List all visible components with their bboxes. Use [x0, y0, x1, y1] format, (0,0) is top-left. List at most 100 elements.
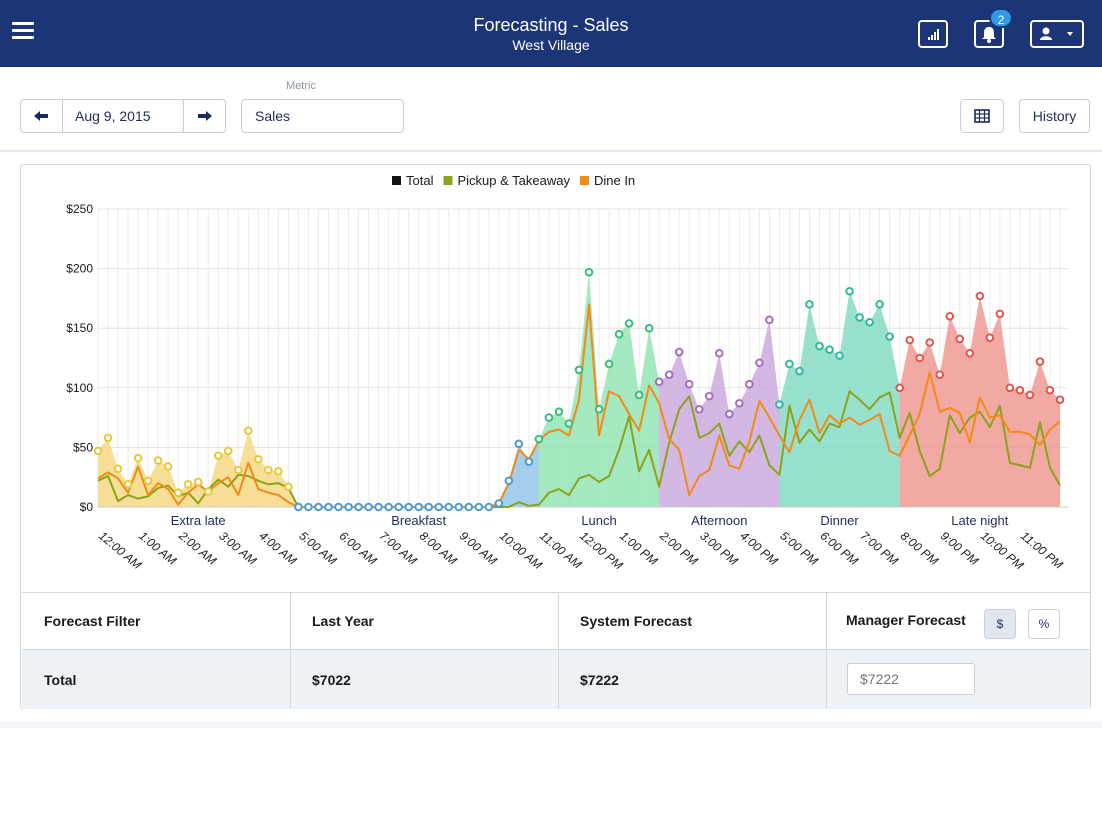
total-point [123, 480, 133, 489]
x-tick-label: 5:00 AM [296, 529, 339, 568]
total-point [845, 286, 854, 296]
x-tick-label: 4:00 PM [737, 529, 780, 568]
daypart-label: Afternoon [691, 513, 747, 528]
total-point [614, 329, 624, 339]
total-point [1055, 395, 1065, 405]
total-point [213, 451, 223, 461]
divider [0, 722, 1102, 728]
date-display[interactable]: Aug 9, 2015 [62, 100, 184, 132]
x-tick-label: 9:00 PM [938, 529, 981, 568]
total-point [664, 370, 674, 379]
total-point [815, 341, 824, 351]
total-point [975, 291, 985, 301]
x-tick-label: 5:00 PM [777, 529, 820, 568]
x-tick-label: 11:00 AM [537, 529, 584, 572]
total-point [795, 366, 804, 376]
total-point [244, 426, 253, 436]
divider [0, 150, 1102, 152]
y-tick-label: $50 [73, 440, 93, 454]
total-point [334, 502, 343, 512]
total-point [895, 383, 904, 393]
total-point [143, 476, 153, 486]
daypart-label: Breakfast [391, 513, 446, 528]
y-tick-label: $100 [66, 381, 93, 395]
total-point [374, 502, 383, 512]
legend-swatch [579, 176, 589, 185]
total-point [654, 377, 664, 387]
total-point [364, 502, 373, 512]
metric-select[interactable]: Sales [241, 99, 404, 133]
total-point [103, 433, 113, 443]
total-point [163, 462, 173, 471]
total-point [404, 502, 413, 512]
total-point [825, 345, 834, 354]
header-manager-forecast: Manager Forecast [846, 612, 966, 628]
total-point [735, 398, 744, 408]
divider [558, 593, 559, 709]
next-day-button[interactable] [185, 100, 225, 132]
sales-forecast-chart[interactable]: Total Pickup & Takeaway Dine In $0 $50 $100 $1… [21, 165, 1090, 591]
total-point [514, 439, 524, 449]
arrow-left-icon [34, 111, 48, 121]
y-tick-label: $0 [80, 500, 94, 514]
divider [290, 593, 291, 709]
legend-swatch [392, 176, 401, 185]
total-point [775, 400, 784, 409]
forecast-card: Total Pickup & Takeaway Dine In $0 $50 $100 $1… [20, 164, 1091, 709]
system-forecast-value: $7222 [580, 671, 619, 688]
total-point [384, 502, 393, 512]
x-tick-label: 8:00 AM [417, 529, 460, 568]
row-label: Total [44, 671, 77, 688]
signal-button[interactable] [918, 20, 948, 48]
manager-forecast-input[interactable] [847, 663, 975, 695]
daypart-label: Lunch [581, 513, 616, 528]
x-tick-label: 2:00 PM [656, 528, 700, 568]
user-icon [1040, 27, 1073, 40]
table-icon [974, 109, 990, 123]
total-point [694, 404, 704, 414]
x-tick-label: 12:00 AM [96, 529, 144, 572]
total-point [274, 466, 283, 476]
total-point [905, 335, 914, 345]
x-tick-label: 3:00 AM [216, 529, 259, 568]
total-point [995, 309, 1005, 319]
percent-toggle[interactable]: % [1028, 609, 1060, 639]
total-point [504, 476, 514, 486]
x-tick-label: 11:00 PM [1018, 529, 1066, 572]
dollar-toggle[interactable]: $ [984, 609, 1016, 639]
table-view-button[interactable] [960, 99, 1004, 133]
header-last-year: Last Year [312, 613, 375, 629]
user-menu-button[interactable] [1030, 20, 1084, 48]
total-point [644, 323, 654, 333]
total-point [604, 359, 614, 369]
total-point [284, 482, 293, 492]
total-point [344, 502, 353, 512]
total-point [594, 404, 604, 414]
total-point [935, 370, 945, 379]
total-point [173, 488, 183, 497]
total-point [304, 502, 313, 512]
total-point [915, 353, 925, 363]
prev-day-button[interactable] [21, 100, 61, 132]
total-point [1035, 357, 1045, 366]
caret-down-icon [1067, 32, 1073, 36]
total-point [725, 409, 734, 419]
history-button[interactable]: History [1019, 99, 1090, 133]
forecast-table-header: Forecast Filter Last Year System Forecas… [22, 593, 1090, 650]
total-point [674, 347, 684, 357]
total-point [684, 379, 694, 389]
x-tick-label: 2:00 AM [175, 528, 219, 568]
total-point [314, 502, 323, 512]
daypart-label: Dinner [820, 513, 859, 528]
divider [826, 593, 827, 709]
total-point [294, 502, 303, 512]
total-point [394, 502, 403, 512]
total-point [354, 502, 363, 512]
legend-label: Pickup & Takeaway [457, 173, 570, 188]
total-point [233, 465, 243, 475]
x-tick-label: 6:00 AM [337, 529, 380, 568]
total-point [554, 407, 564, 416]
legend-swatch [443, 176, 453, 185]
x-tick-label: 10:00 PM [978, 529, 1026, 573]
total-point [985, 333, 995, 343]
